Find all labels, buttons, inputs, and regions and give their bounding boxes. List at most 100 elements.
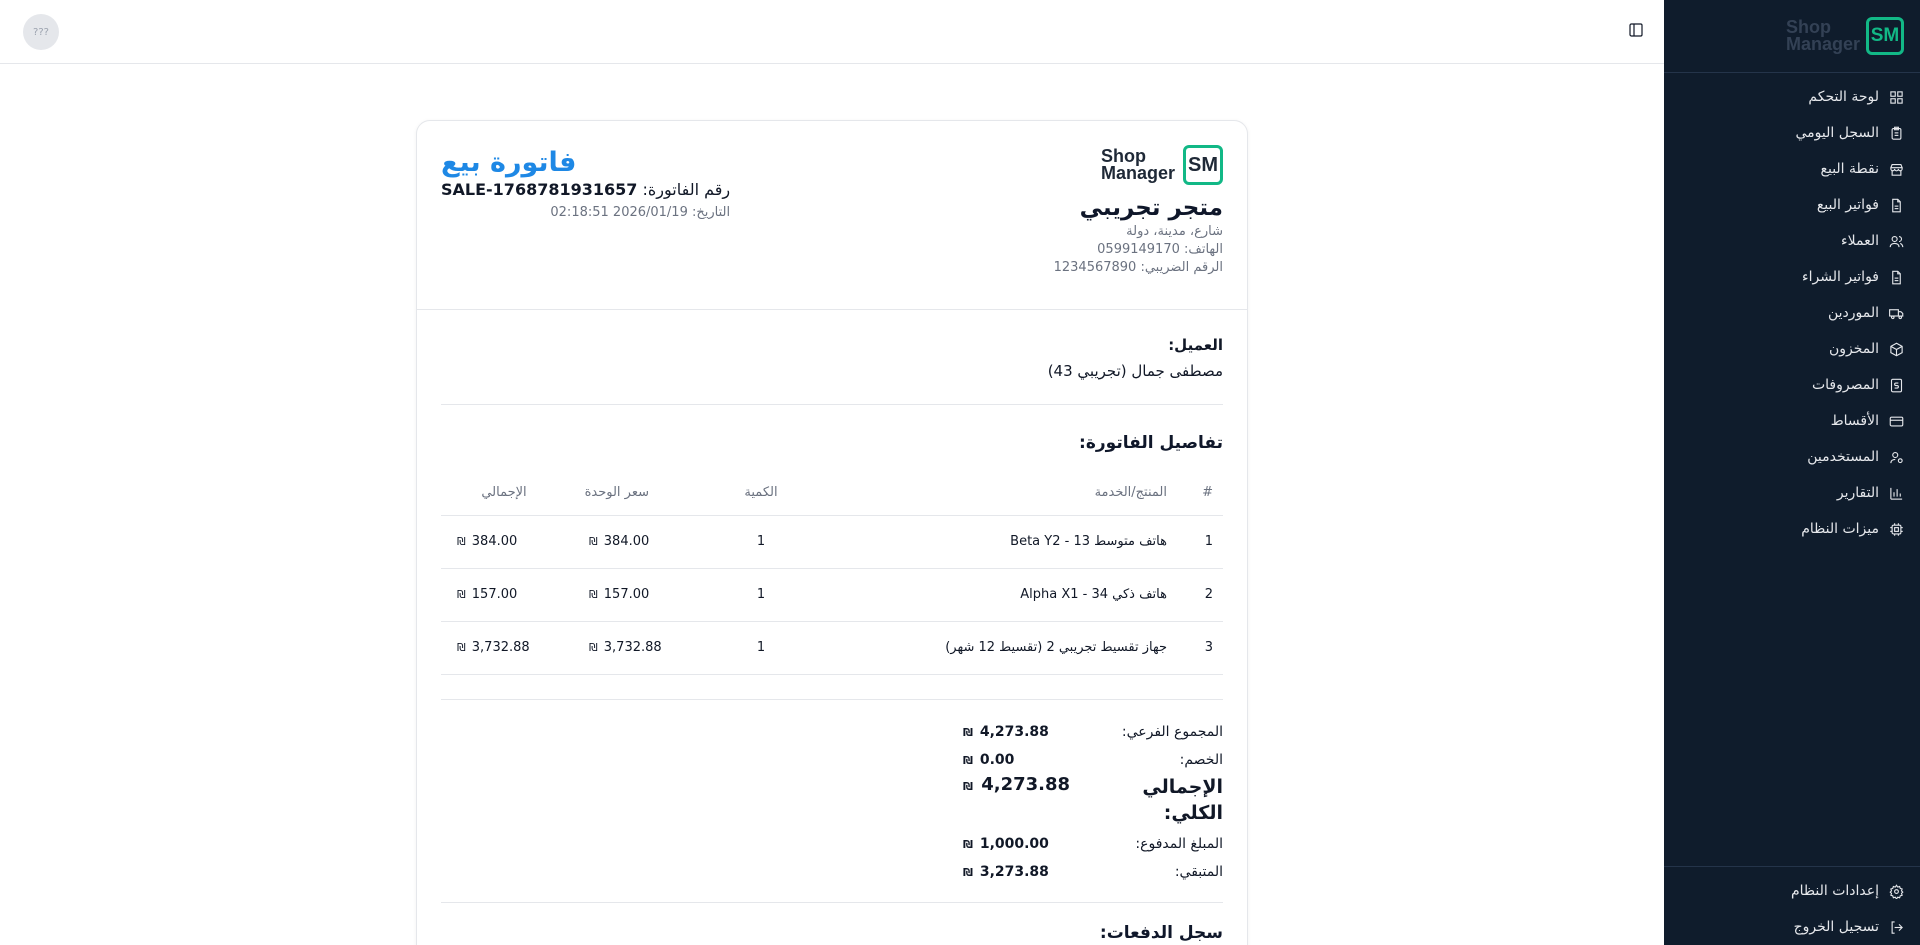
cell-qty: 1: [705, 568, 817, 622]
invoice-title: فاتورة بيع: [441, 147, 577, 178]
tax-value: 1234567890: [1053, 260, 1137, 275]
payments-title: سجل الدفعات:: [441, 901, 1223, 943]
store-icon: [1888, 161, 1904, 177]
cell-total: ₪ 3,732.88: [441, 621, 567, 675]
store-logo: SM Shop Manager: [1054, 145, 1223, 185]
cell-num: 1: [1167, 515, 1223, 569]
phone-value: 0599149170: [1097, 242, 1180, 257]
sidebar-item-label: نقطة البيع: [1820, 161, 1879, 177]
sidebar-item-sales-invoices[interactable]: فواتير البيع: [1664, 187, 1920, 223]
invoice-number-label: رقم الفاتورة:: [642, 180, 731, 199]
currency-symbol: ₪: [963, 865, 973, 879]
sidebar-logo[interactable]: SM Shop Manager: [1664, 0, 1920, 73]
cell-qty: 1: [705, 621, 817, 675]
sidebar-item-suppliers[interactable]: الموردين: [1664, 295, 1920, 331]
sidebar-item-label: المستخدمين: [1807, 449, 1879, 465]
sidebar-item-purchase-invoices[interactable]: فواتير الشراء: [1664, 259, 1920, 295]
currency-symbol: ₪: [589, 588, 598, 601]
invoice-card: SM Shop Manager متجر تجريبي شارع، مدينة،…: [416, 120, 1248, 945]
cell-product: هاتف ذكي 34 - Alpha X1: [817, 568, 1167, 622]
file-icon: [1888, 269, 1904, 285]
table-row: 1 هاتف متوسط 13 - Beta Y2 1 ₪ 384.00 ₪ 3…: [441, 515, 1223, 569]
totals-section: المجموع الفرعي: ₪ 4,273.88 الخصم: ₪ 0.00…: [441, 698, 1223, 902]
sidebar-item-inventory[interactable]: المخزون: [1664, 331, 1920, 367]
customer-label: العميل:: [1168, 336, 1223, 354]
store-tax: الرقم الضريبي: 1234567890: [1054, 260, 1223, 275]
logo-mark: SM: [1866, 17, 1904, 55]
store-logo-line2: Manager: [1100, 163, 1175, 183]
invoice-items-table: # المنتج/الخدمة الكمية سعر الوحدة الإجما…: [441, 471, 1223, 675]
details-title: تفاصيل الفاتورة:: [1079, 433, 1223, 453]
invoice-body: العميل: مصطفى جمال (تجريبي 43) تفاصيل ال…: [441, 310, 1223, 943]
avatar[interactable]: ???: [23, 14, 59, 50]
paid-row: المبلغ المدفوع: ₪ 1,000.00: [963, 830, 1223, 858]
file-icon: [1888, 197, 1904, 213]
sidebar-item-settings[interactable]: إعدادات النظام: [1664, 873, 1920, 909]
tax-label: الرقم الضريبي:: [1140, 260, 1223, 275]
receipt-icon: [1888, 377, 1904, 393]
top-header: ???: [0, 0, 1664, 64]
sidebar-item-label: العملاء: [1841, 233, 1879, 249]
cell-unit-price: ₪ 3,732.88: [567, 621, 705, 675]
discount-label: الخصم:: [1179, 751, 1223, 768]
col-unit-price: سعر الوحدة: [567, 471, 705, 516]
store-logo-mark: SM: [1183, 145, 1223, 185]
sidebar-item-label: فواتير البيع: [1816, 197, 1879, 213]
paid-value: ₪ 1,000.00: [963, 836, 1049, 852]
package-icon: [1888, 341, 1904, 357]
currency-symbol: ₪: [589, 641, 598, 654]
sidebar-item-label: الأقساط: [1830, 413, 1879, 429]
phone-label: الهاتف:: [1184, 242, 1223, 257]
sidebar-item-pos[interactable]: نقطة البيع: [1664, 151, 1920, 187]
remaining-value: ₪ 3,273.88: [963, 864, 1049, 880]
currency-symbol: ₪: [457, 641, 466, 654]
store-info: SM Shop Manager متجر تجريبي شارع، مدينة،…: [1054, 145, 1223, 275]
bar-chart-icon: [1888, 485, 1904, 501]
sidebar-item-label: التقارير: [1836, 485, 1879, 501]
sidebar-item-installments[interactable]: الأقساط: [1664, 403, 1920, 439]
sidebar-item-customers[interactable]: العملاء: [1664, 223, 1920, 259]
discount-value: ₪ 0.00: [963, 752, 1014, 768]
credit-card-icon: [1888, 413, 1904, 429]
sidebar-item-label: السجل اليومي: [1795, 125, 1879, 141]
chip-icon: [1888, 521, 1904, 537]
customer-name: مصطفى جمال (تجريبي 43): [1047, 362, 1223, 380]
customer-section: العميل: مصطفى جمال (تجريبي 43): [441, 310, 1223, 405]
sidebar-item-label: ميزات النظام: [1801, 521, 1879, 537]
paid-amount: 1,000.00: [979, 835, 1049, 852]
cell-unit-price: ₪ 384.00: [567, 515, 705, 569]
sidebar-item-users[interactable]: المستخدمين: [1664, 439, 1920, 475]
sidebar-toggle-button[interactable]: [1626, 22, 1644, 40]
sidebar-item-label: فواتير الشراء: [1802, 269, 1879, 285]
total-value: 3,732.88: [471, 640, 530, 655]
sidebar-item-dashboard[interactable]: لوحة التحكم: [1664, 79, 1920, 115]
sidebar: SM Shop Manager لوحة التحكم السجل اليومي…: [1664, 0, 1920, 945]
invoice-date: التاريخ: 2026/01/19 02:18:51: [441, 205, 730, 220]
sidebar-item-logout[interactable]: تسجيل الخروج: [1664, 909, 1920, 945]
logout-icon: [1888, 919, 1904, 935]
clipboard-icon: [1888, 125, 1904, 141]
sidebar-item-expenses[interactable]: المصروفات: [1664, 367, 1920, 403]
grand-total-label: الإجمالي الكلي:: [1142, 775, 1223, 825]
sidebar-item-daily-log[interactable]: السجل اليومي: [1664, 115, 1920, 151]
sidebar-item-label: المصروفات: [1811, 377, 1879, 393]
remaining-row: المتبقي: ₪ 3,273.88: [963, 858, 1223, 886]
currency-symbol: ₪: [457, 588, 466, 601]
sidebar-item-label: المخزون: [1828, 341, 1879, 357]
subtotal-label: المجموع الفرعي:: [1121, 723, 1223, 740]
col-qty: الكمية: [705, 471, 817, 516]
col-num: #: [1167, 471, 1223, 516]
remaining-amount: 3,273.88: [979, 863, 1049, 880]
store-address: شارع، مدينة، دولة: [1126, 224, 1223, 239]
invoice-title-block: فاتورة بيع رقم الفاتورة: SALE-1768781931…: [441, 147, 730, 220]
col-total: الإجمالي: [441, 471, 567, 516]
store-name: متجر تجريبي: [1079, 195, 1223, 221]
grand-total-amount: 4,273.88: [981, 773, 1071, 795]
sidebar-item-features[interactable]: ميزات النظام: [1664, 511, 1920, 547]
subtotal-row: المجموع الفرعي: ₪ 4,273.88: [963, 718, 1223, 746]
discount-row: الخصم: ₪ 0.00: [963, 746, 1223, 774]
logo-line2: Manager: [1785, 34, 1860, 54]
sidebar-bottom: إعدادات النظام تسجيل الخروج: [1664, 866, 1920, 945]
cell-product: جهاز تقسيط تجريبي 2 (تقسيط 12 شهر): [817, 621, 1167, 675]
sidebar-item-reports[interactable]: التقارير: [1664, 475, 1920, 511]
